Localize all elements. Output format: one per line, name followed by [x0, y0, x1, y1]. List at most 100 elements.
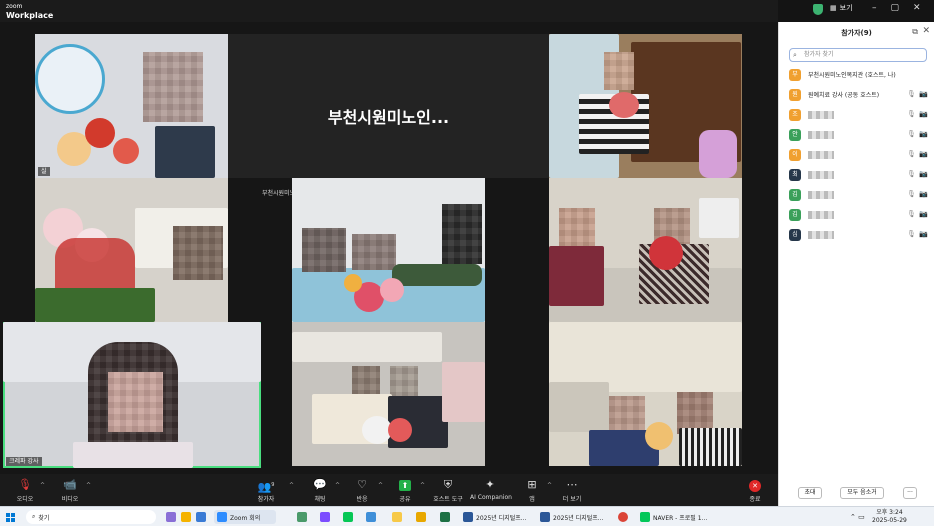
audio-options-chevron-icon[interactable]: ^ [40, 482, 45, 489]
video-tile[interactable] [292, 322, 485, 466]
taskbar-app-label: Zoom 회의 [230, 514, 261, 522]
video-off-icon[interactable]: 📷 [919, 190, 928, 198]
taskbar-icon[interactable] [320, 510, 330, 524]
video-tile-active-speaker[interactable]: 크레파 강사 [3, 322, 261, 468]
taskbar-icon[interactable] [343, 510, 353, 524]
start-button[interactable] [6, 510, 15, 524]
video-tile[interactable]: 인 [35, 178, 228, 322]
popout-icon[interactable]: ⧉ [912, 27, 918, 37]
windows-taskbar: ⌕ 찾기 Zoom 회의 2025년 디지털프... 2025년 디지털프...… [0, 506, 934, 526]
participant-row[interactable]: 심 🎙 📷 [789, 228, 931, 242]
mute-all-button[interactable]: 모두 음소거 [840, 487, 884, 499]
microphone-icon[interactable]: 🎙 [907, 110, 916, 118]
minimize-button[interactable]: – [872, 3, 877, 13]
video-tile[interactable]: 남 [549, 322, 742, 466]
participant-row[interactable]: 김 🎙 📷 [789, 208, 931, 222]
participant-search-input[interactable]: ⌕ 참가자 찾기 [789, 48, 927, 62]
taskbar-app-hwp[interactable]: 2025년 디지털프... [540, 510, 608, 524]
invite-button[interactable]: 초대 [798, 487, 822, 499]
microphone-icon[interactable]: 🎙 [907, 150, 916, 158]
end-icon: ✕ [735, 478, 775, 492]
microphone-icon[interactable]: 🎙 [907, 210, 916, 218]
microphone-icon[interactable]: 🎙 [907, 230, 916, 238]
share-button[interactable]: ⬆ 공유 [385, 478, 425, 503]
taskbar-app-label: NAVER - 프로필 1... [653, 514, 708, 522]
more-icon: ⋯ [566, 478, 578, 491]
microphone-icon[interactable]: 🎙 [907, 190, 916, 198]
taskbar-clock[interactable]: 오후 3:24 2025-05-29 [872, 509, 907, 525]
panel-more-button[interactable]: ··· [903, 487, 917, 499]
video-tile[interactable] [549, 178, 742, 322]
host-tools-button[interactable]: ⛨ 호스트 도구 [428, 478, 468, 503]
more-button[interactable]: ⋯ 더 보기 [552, 478, 592, 503]
avatar: 이 [789, 149, 801, 161]
participants-button[interactable]: 👥9 참가자 [246, 478, 286, 503]
video-options-chevron-icon[interactable]: ^ [86, 482, 91, 489]
avatar: 김 [789, 189, 801, 201]
microphone-icon[interactable]: 🎙 [907, 130, 916, 138]
video-off-icon[interactable]: 📷 [919, 130, 928, 138]
taskbar-search-box[interactable]: ⌕ 찾기 [26, 510, 156, 524]
host-name-card[interactable]: 부천시원미노인... [228, 34, 549, 178]
close-panel-icon[interactable]: ✕ [922, 26, 930, 36]
participant-row[interactable]: 원 원예치료 강사 (공동 호스트) 🎙 📷 [789, 88, 931, 102]
video-off-icon[interactable]: 📷 [919, 110, 928, 118]
blurred-name [808, 191, 834, 199]
system-tray[interactable]: ⌃ ▭ [850, 510, 865, 524]
video-tile[interactable] [549, 34, 742, 178]
taskbar-icon[interactable] [416, 510, 426, 524]
participant-row[interactable]: 조 🎙 📷 [789, 108, 931, 122]
taskbar-icon[interactable] [440, 510, 450, 524]
microphone-icon[interactable]: 🎙 [907, 90, 916, 98]
video-tile[interactable]: 실 [35, 34, 228, 178]
participant-row[interactable]: 안 🎙 📷 [789, 128, 931, 142]
taskbar-icon[interactable] [618, 510, 628, 524]
end-meeting-button[interactable]: ✕ 종료 [735, 478, 775, 503]
chat-chevron-icon[interactable]: ^ [335, 482, 340, 489]
audio-button[interactable]: 🎙 오디오 [5, 478, 45, 503]
microphone-muted-icon: 🎙 [18, 478, 32, 491]
participant-row[interactable]: 이 🎙 📷 [789, 148, 931, 162]
taskbar-app-naver[interactable]: NAVER - 프로필 1... [640, 510, 714, 524]
video-off-icon[interactable]: 📷 [919, 150, 928, 158]
taskbar-search-label: 찾기 [38, 514, 50, 522]
taskbar-app-hwp[interactable]: 2025년 디지털프... [463, 510, 531, 524]
apps-icon: ⊞ [527, 478, 537, 491]
video-off-icon[interactable]: 📷 [919, 230, 928, 238]
microphone-icon[interactable]: 🎙 [907, 170, 916, 178]
participant-name: 원예치료 강사 (공동 호스트) [808, 92, 880, 99]
apps-button[interactable]: ⊞ 앱 [512, 478, 552, 503]
view-button[interactable]: ▦ 보기 [830, 3, 853, 13]
taskbar-app-zoom[interactable]: Zoom 회의 [214, 510, 276, 524]
video-off-icon[interactable]: 📷 [919, 170, 928, 178]
participants-chevron-icon[interactable]: ^ [289, 482, 294, 489]
search-icon: ⌕ [793, 51, 797, 59]
tile-name: 크레파 강사 [6, 457, 42, 466]
reactions-button[interactable]: ♡ 반응 [342, 478, 382, 503]
sparkle-icon: ✦ [485, 478, 495, 491]
maximize-button[interactable]: ▢ [891, 3, 900, 13]
taskbar-app-label: 2025년 디지털프... [553, 514, 604, 522]
chat-button[interactable]: 💬 채팅 [300, 478, 340, 503]
blurred-name [808, 111, 834, 119]
participant-row[interactable]: 부 부천시원미노인복지관 (호스트, 나) [789, 68, 931, 82]
video-off-icon[interactable]: 📷 [919, 90, 928, 98]
taskbar-icon[interactable] [366, 510, 376, 524]
video-off-icon[interactable]: 📷 [919, 210, 928, 218]
participant-row[interactable]: 김 🎙 📷 [789, 188, 931, 202]
ai-companion-button[interactable]: ✦ AI Companion [470, 478, 512, 501]
reactions-chevron-icon[interactable]: ^ [378, 482, 383, 489]
chat-icon: 💬 [313, 478, 327, 491]
participant-row[interactable]: 최 🎙 📷 [789, 168, 931, 182]
taskbar-icon[interactable] [181, 510, 191, 524]
window-controls: – ▢ ✕ [872, 3, 921, 13]
taskbar-icon[interactable] [392, 510, 402, 524]
video-button[interactable]: 📹 비디오 [50, 478, 90, 503]
taskbar-icon[interactable] [196, 510, 206, 524]
video-tile[interactable] [292, 178, 485, 322]
encryption-shield-icon[interactable] [813, 4, 823, 15]
close-window-button[interactable]: ✕ [913, 3, 921, 13]
share-chevron-icon[interactable]: ^ [420, 482, 425, 489]
taskbar-icon[interactable] [297, 510, 307, 524]
taskbar-icon[interactable] [166, 510, 176, 524]
